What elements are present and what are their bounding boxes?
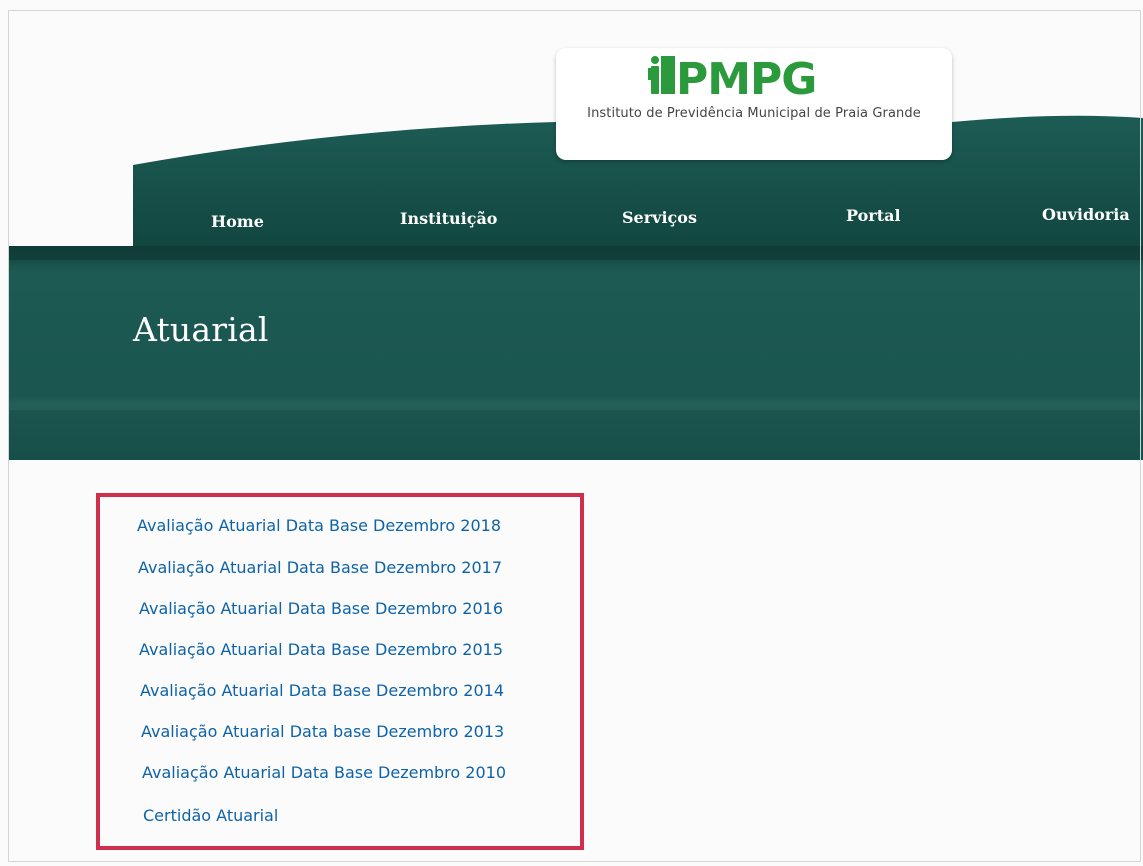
svg-text:PMPG: PMPG <box>676 54 816 98</box>
document-link-certidao[interactable]: Certidão Atuarial <box>143 806 278 825</box>
logo-card[interactable]: PMPG Instituto de Previdência Municipal … <box>556 48 952 160</box>
document-link-2017[interactable]: Avaliação Atuarial Data Base Dezembro 20… <box>138 558 502 577</box>
document-link-2014[interactable]: Avaliação Atuarial Data Base Dezembro 20… <box>140 681 504 700</box>
document-link-2010[interactable]: Avaliação Atuarial Data Base Dezembro 20… <box>142 763 506 782</box>
page: PMPG Instituto de Previdência Municipal … <box>0 0 1143 866</box>
nav-instituicao[interactable]: Instituição <box>400 209 497 228</box>
document-link-2015[interactable]: Avaliação Atuarial Data Base Dezembro 20… <box>139 640 503 659</box>
document-link-2013[interactable]: Avaliação Atuarial Data base Dezembro 20… <box>141 722 504 741</box>
page-title: Atuarial <box>133 310 269 349</box>
ipmpg-logo: PMPG <box>648 54 817 98</box>
nav-portal[interactable]: Portal <box>846 206 901 225</box>
institute-name: Instituto de Previdência Municipal de Pr… <box>587 106 921 121</box>
nav-home[interactable]: Home <box>211 212 264 231</box>
nav-ouvidoria[interactable]: Ouvidoria <box>1042 205 1130 224</box>
document-link-2018[interactable]: Avaliação Atuarial Data Base Dezembro 20… <box>137 516 501 535</box>
document-link-2016[interactable]: Avaliação Atuarial Data Base Dezembro 20… <box>139 599 503 618</box>
nav-servicos[interactable]: Serviços <box>622 208 697 227</box>
documents-highlight-box <box>96 493 584 850</box>
